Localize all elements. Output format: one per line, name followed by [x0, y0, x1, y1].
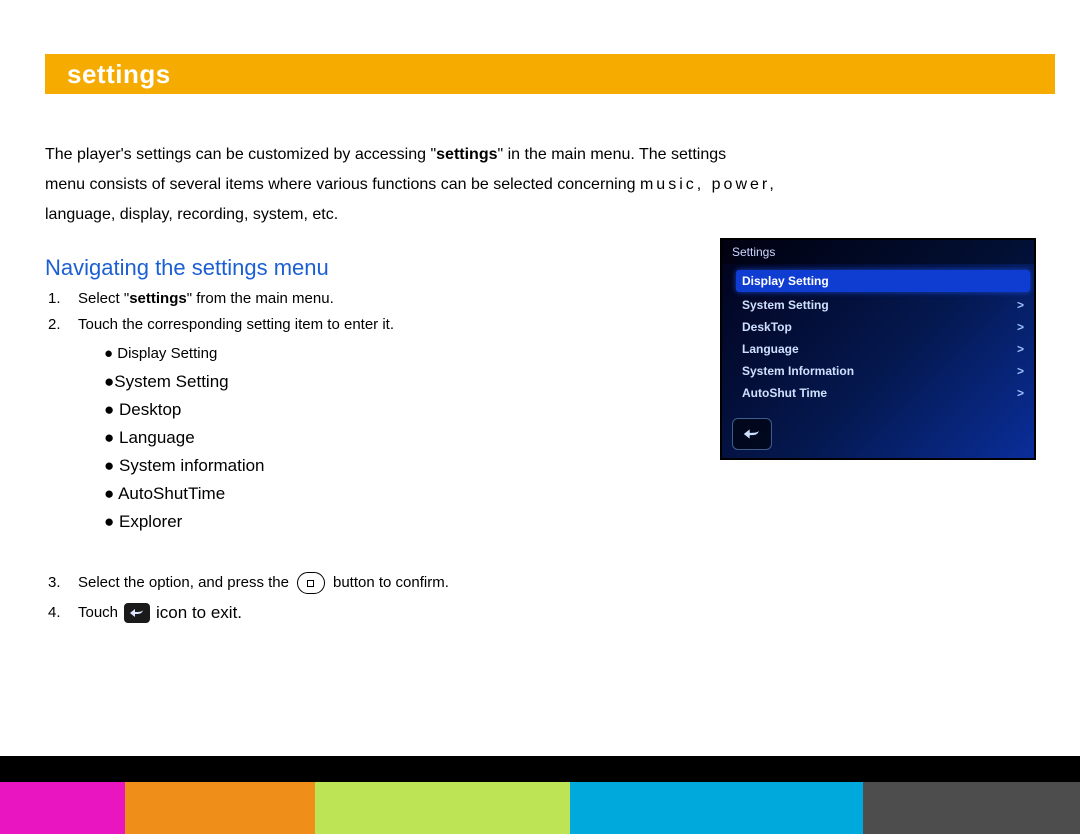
bullet-language: ● Language [104, 424, 265, 452]
bullet-autoshuttime: ● AutoShutTime [104, 480, 265, 508]
footer-color-bar [0, 756, 1080, 834]
intro-text: The player's settings can be customized … [45, 146, 436, 163]
step-1: 1. Select "settings" from the main menu. [48, 286, 688, 312]
step-number: 4. [48, 598, 78, 628]
section-heading: Navigating the settings menu [45, 255, 329, 281]
step-text-frag: Select the option, and press the [78, 568, 289, 598]
step-text-frag: button to confirm. [333, 568, 449, 598]
intro-keyword: settings [436, 146, 497, 163]
intro-text: language, display, recording, system, et… [45, 206, 338, 223]
chevron-right-icon: > [1017, 342, 1024, 356]
device-item-system-information[interactable]: System Information> [742, 360, 1024, 382]
footer-chip-grey [863, 782, 1080, 834]
step-text-frag: Select " [78, 290, 129, 307]
step-text: Select the option, and press the button … [78, 568, 688, 598]
step-text: Select "settings" from the main menu. [78, 286, 688, 312]
step-text-frag: icon to exit. [156, 598, 242, 628]
steps-list-top: 1. Select "settings" from the main menu.… [48, 286, 688, 338]
chevron-right-icon: > [1017, 364, 1024, 378]
bullet-explorer: ● Explorer [104, 508, 265, 536]
step-text-frag: Touch [78, 598, 118, 628]
chevron-right-icon: > [1017, 320, 1024, 334]
step-text: Touch the corresponding setting item to … [78, 312, 688, 338]
device-item-language[interactable]: Language> [742, 338, 1024, 360]
device-title: Settings [722, 240, 1034, 264]
step-number: 3. [48, 568, 78, 598]
footer-chip-orange [125, 782, 315, 834]
return-icon [124, 603, 150, 623]
bullet-system-information: ● System information [104, 452, 265, 480]
device-screenshot: Settings Display Setting System Setting>… [720, 238, 1036, 460]
bullet-system-setting: ●System Setting [104, 368, 265, 396]
footer-chip-lime [315, 782, 570, 834]
bullet-desktop: ● Desktop [104, 396, 265, 424]
device-item-autoshut-time[interactable]: AutoShut Time> [742, 382, 1024, 404]
device-item-display-setting[interactable]: Display Setting [736, 270, 1030, 292]
device-item-system-setting[interactable]: System Setting> [742, 294, 1024, 316]
intro-paragraph: The player's settings can be customized … [45, 140, 945, 230]
step-4: 4. Touch icon to exit. [48, 598, 688, 628]
settings-bullet-list: ● Display Setting ●System Setting ● Desk… [104, 340, 265, 536]
header-bar: settings [45, 54, 1055, 94]
step-number: 2. [48, 312, 78, 338]
step-number: 1. [48, 286, 78, 312]
chevron-right-icon: > [1017, 298, 1024, 312]
footer-chip-magenta [0, 782, 125, 834]
intro-text: " in the main menu. The settings [498, 146, 727, 163]
confirm-button-icon [297, 572, 325, 594]
manual-page: settings The player's settings can be cu… [0, 0, 1080, 834]
intro-text: menu consists of several items where var… [45, 176, 640, 193]
footer-chip-cyan [570, 782, 863, 834]
step-text: Touch icon to exit. [78, 598, 688, 628]
step-3: 3. Select the option, and press the butt… [48, 568, 688, 598]
bullet-display-setting: ● Display Setting [104, 340, 265, 368]
device-item-desktop[interactable]: DeskTop> [742, 316, 1024, 338]
chevron-right-icon: > [1017, 386, 1024, 400]
device-menu: Display Setting System Setting> DeskTop>… [722, 264, 1034, 404]
intro-tracked: music, power, [640, 176, 777, 193]
step-2: 2. Touch the corresponding setting item … [48, 312, 688, 338]
steps-list-bottom: 3. Select the option, and press the butt… [48, 568, 688, 628]
device-back-button[interactable] [732, 418, 772, 450]
page-title: settings [45, 59, 171, 90]
step-keyword: settings [129, 290, 187, 307]
step-text-frag: " from the main menu. [187, 290, 334, 307]
